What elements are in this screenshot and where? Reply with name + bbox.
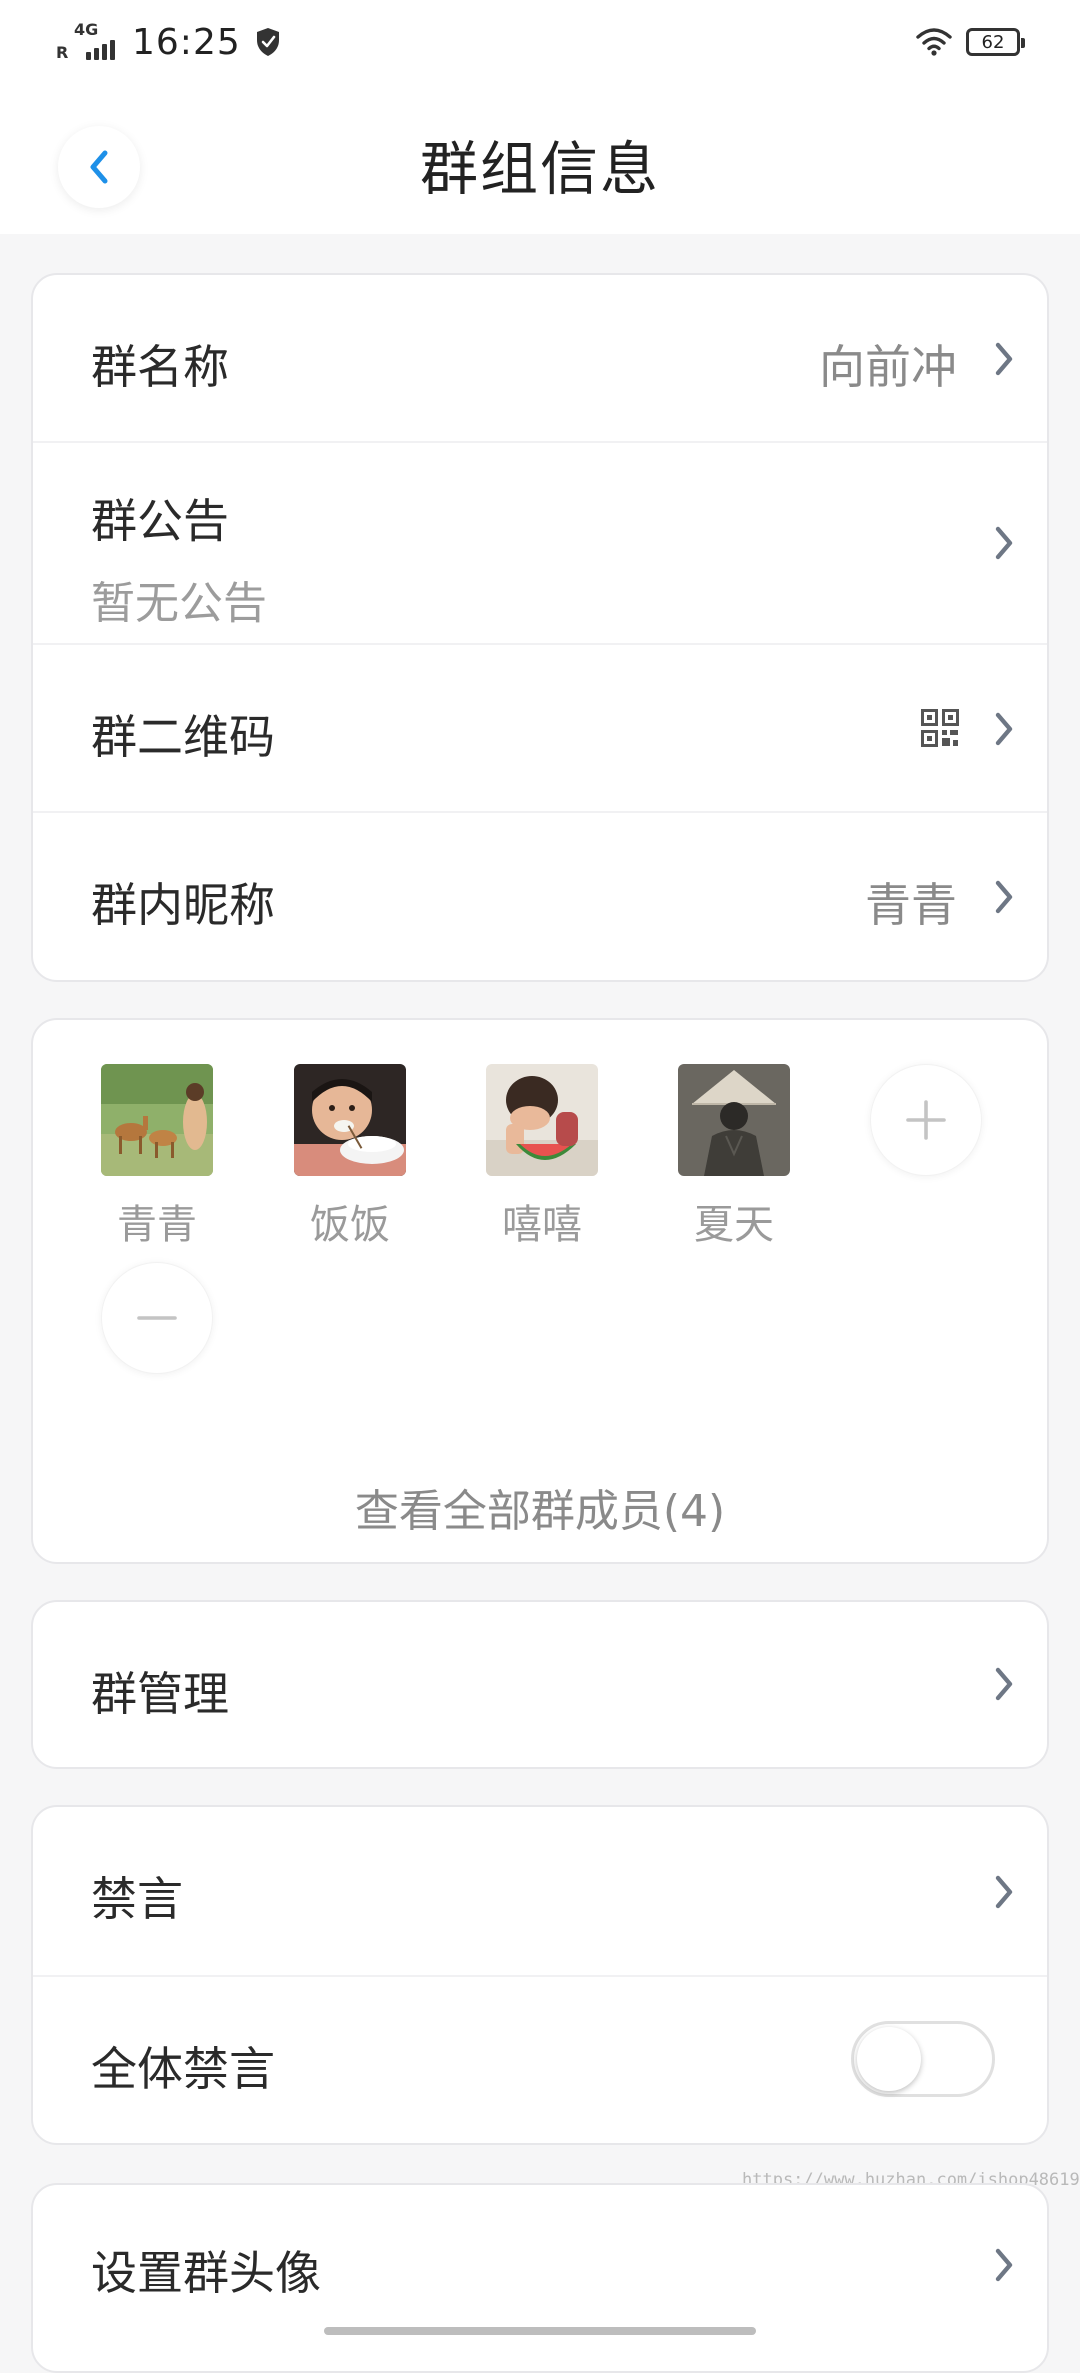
- group-management-label: 群管理: [91, 1667, 229, 1721]
- announcement-value: 暂无公告: [91, 578, 267, 629]
- member-item[interactable]: 饭饭: [294, 1064, 406, 1250]
- qrcode-icon: [921, 709, 959, 747]
- minus-icon: [137, 1316, 177, 1320]
- mute-label: 禁言: [91, 1872, 183, 1926]
- chevron-right-icon: [995, 1667, 1013, 1701]
- battery-icon: 62: [966, 28, 1025, 56]
- member-item[interactable]: 嘻嘻: [486, 1064, 598, 1250]
- chevron-right-icon: [995, 1875, 1013, 1909]
- mute-row[interactable]: 禁言: [33, 1807, 1047, 1977]
- announcement-label: 群公告: [91, 494, 229, 548]
- qrcode-label: 群二维码: [91, 710, 275, 764]
- group-name-row[interactable]: 群名称 向前冲: [33, 275, 1047, 443]
- toggle-knob: [857, 2027, 921, 2091]
- chevron-right-icon: [995, 526, 1013, 560]
- member-name: 青青: [117, 1202, 197, 1248]
- group-management-card: 群管理: [31, 1600, 1049, 1769]
- member-name: 夏天: [694, 1202, 774, 1248]
- member-avatar: [678, 1064, 790, 1176]
- member-avatar: [294, 1064, 406, 1176]
- set-group-avatar-label: 设置群头像: [91, 2246, 321, 2300]
- nickname-value: 青青: [865, 878, 957, 932]
- child-eating-watermelon-photo: [486, 1064, 598, 1176]
- battery-level: 62: [981, 31, 1005, 53]
- announcement-row[interactable]: 群公告 暂无公告: [33, 443, 1047, 645]
- status-left: R 4G 16:25: [56, 18, 281, 66]
- mute-all-toggle[interactable]: [851, 2021, 995, 2097]
- person-in-straw-hat-photo: [678, 1064, 790, 1176]
- chevron-right-icon: [995, 712, 1013, 746]
- chevron-right-icon: [995, 880, 1013, 914]
- set-group-avatar-row[interactable]: 设置群头像: [33, 2185, 1047, 2371]
- wifi-icon: [916, 28, 952, 56]
- mute-card: 禁言 全体禁言: [31, 1805, 1049, 2145]
- member-item[interactable]: 夏天: [678, 1064, 790, 1250]
- remove-member-button[interactable]: [101, 1262, 213, 1374]
- member-name: 饭饭: [310, 1202, 390, 1248]
- signal-icon: [86, 40, 115, 60]
- page-title: 群组信息: [419, 135, 660, 203]
- mute-all-label: 全体禁言: [91, 2042, 275, 2096]
- status-right: 62: [916, 20, 1025, 64]
- status-time: 16:25: [132, 21, 241, 63]
- home-indicator[interactable]: [324, 2327, 756, 2335]
- header: 群组信息: [0, 84, 1080, 234]
- group-management-row[interactable]: 群管理: [33, 1602, 1047, 1767]
- network-indicator: R 4G: [56, 18, 128, 66]
- member-name: 嘻嘻: [502, 1202, 582, 1248]
- members-card: 青青 饭饭 嘻嘻 夏天 查看全部群成员(4): [31, 1018, 1049, 1564]
- view-all-members-link[interactable]: 查看全部群成员(4): [33, 1475, 1047, 1539]
- network-type-label: 4G: [74, 20, 99, 39]
- group-avatar-card: 设置群头像: [31, 2183, 1049, 2373]
- nickname-row[interactable]: 群内昵称 青青: [33, 813, 1047, 980]
- mute-all-row: 全体禁言: [33, 1977, 1047, 2143]
- status-bar: R 4G 16:25 62: [0, 0, 1080, 84]
- child-eating-rice-photo: [294, 1064, 406, 1176]
- deer-photo: [101, 1064, 213, 1176]
- group-info-card: 群名称 向前冲 群公告 暂无公告 群二维码 群内昵称 青青: [31, 273, 1049, 982]
- qrcode-row[interactable]: 群二维码: [33, 645, 1047, 813]
- member-avatar: [486, 1064, 598, 1176]
- shield-icon: [256, 28, 279, 56]
- group-name-value: 向前冲: [819, 340, 957, 394]
- plus-icon: [906, 1100, 946, 1140]
- member-avatar: [101, 1064, 213, 1176]
- member-item[interactable]: 青青: [101, 1064, 213, 1250]
- add-member-button[interactable]: [870, 1064, 982, 1176]
- network-roaming-label: R: [56, 43, 69, 62]
- group-name-label: 群名称: [91, 340, 229, 394]
- chevron-right-icon: [995, 342, 1013, 376]
- chevron-right-icon: [995, 2248, 1013, 2282]
- nickname-label: 群内昵称: [91, 878, 275, 932]
